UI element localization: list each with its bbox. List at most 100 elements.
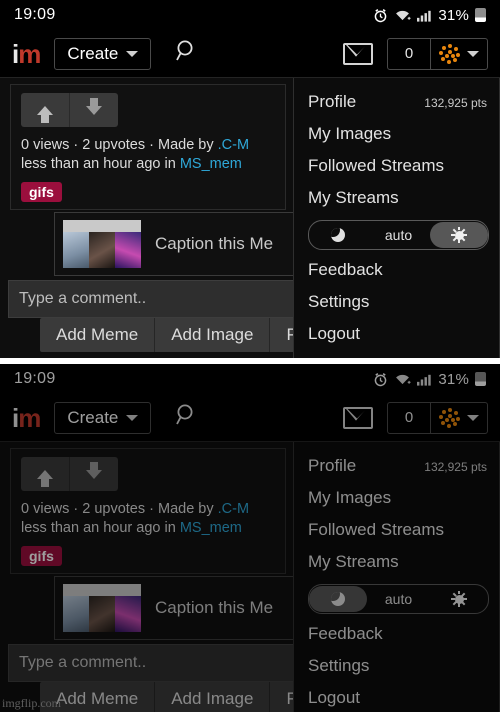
avatar-menu-button[interactable] bbox=[430, 38, 487, 69]
avatar-menu-button[interactable] bbox=[430, 402, 487, 433]
menu-item-label: Logout bbox=[308, 688, 360, 707]
menu-item-logout[interactable]: Logout bbox=[294, 318, 499, 350]
post-stats: 0 views · 2 upvotes · Made by bbox=[21, 137, 218, 153]
menu-item-profile[interactable]: Profile 132,925 pts bbox=[294, 86, 499, 118]
post-meta-line-2: less than an hour ago in MS_mem bbox=[21, 519, 285, 538]
add-meme-button[interactable]: Add Meme bbox=[40, 318, 154, 352]
downvote-button[interactable] bbox=[69, 457, 118, 491]
theme-light-option[interactable] bbox=[430, 586, 488, 612]
chevron-down-icon bbox=[467, 414, 479, 421]
imgflip-watermark: imgflip.com bbox=[2, 696, 61, 710]
menu-item-my-streams[interactable]: My Streams bbox=[294, 182, 499, 214]
add-image-button[interactable]: Add Image bbox=[154, 682, 269, 712]
android-status-bar: 19:09 31% bbox=[0, 364, 500, 394]
post-stats: 0 views · 2 upvotes · Made by bbox=[21, 501, 218, 517]
menu-item-feedback[interactable]: Feedback bbox=[294, 618, 499, 650]
chevron-down-icon bbox=[467, 50, 479, 57]
theme-light-option[interactable] bbox=[430, 222, 488, 248]
post-card: 0 views · 2 upvotes · Made by .C-M less … bbox=[10, 84, 286, 210]
menu-item-logout[interactable]: Logout bbox=[294, 682, 499, 712]
menu-item-label: Settings bbox=[308, 656, 370, 675]
theme-toggle[interactable]: auto bbox=[308, 584, 489, 614]
menu-item-feedback[interactable]: Feedback bbox=[294, 254, 499, 286]
menu-item-label: Settings bbox=[308, 292, 370, 311]
post-tag[interactable]: gifs bbox=[21, 182, 62, 202]
alarm-icon bbox=[375, 8, 387, 22]
vote-buttons bbox=[21, 457, 285, 491]
wifi-icon bbox=[396, 374, 411, 385]
menu-item-followed-streams[interactable]: Followed Streams bbox=[294, 514, 499, 546]
account-dropdown-menu: Profile 132,925 pts My Images Followed S… bbox=[293, 442, 500, 712]
menu-item-label: Feedback bbox=[308, 260, 383, 279]
menu-item-my-images[interactable]: My Images bbox=[294, 118, 499, 150]
notification-count[interactable]: 0 bbox=[388, 45, 430, 62]
caption-this-meme-card[interactable]: Caption this Me bbox=[54, 576, 296, 640]
site-header: im Create 0 bbox=[0, 30, 500, 78]
status-bar-right: 31% bbox=[373, 371, 486, 388]
post-author-link[interactable]: .C-M bbox=[218, 137, 249, 153]
create-button[interactable]: Create bbox=[54, 401, 152, 434]
create-button[interactable]: Create bbox=[54, 37, 152, 70]
envelope-icon[interactable] bbox=[343, 406, 373, 429]
avatar-icon bbox=[439, 407, 461, 428]
comment-placeholder: Type a comment.. bbox=[19, 654, 147, 671]
search-icon[interactable] bbox=[173, 401, 201, 434]
battery-icon bbox=[475, 372, 486, 386]
user-points: 132,925 pts bbox=[424, 460, 487, 474]
post-stream-link[interactable]: MS_mem bbox=[180, 520, 242, 536]
menu-item-profile[interactable]: Profile 132,925 pts bbox=[294, 450, 499, 482]
notifications-and-avatar: 0 bbox=[387, 401, 488, 434]
menu-item-my-images[interactable]: My Images bbox=[294, 482, 499, 514]
post-stream-link[interactable]: MS_mem bbox=[180, 156, 242, 172]
post-author-link[interactable]: .C-M bbox=[218, 501, 249, 517]
theme-toggle[interactable]: auto bbox=[308, 220, 489, 250]
menu-item-settings[interactable]: Settings bbox=[294, 286, 499, 318]
logo-letter-m: m bbox=[18, 402, 41, 433]
upvote-button[interactable] bbox=[21, 93, 69, 127]
status-bar-clock: 19:09 bbox=[14, 6, 56, 23]
chevron-down-icon bbox=[126, 414, 139, 421]
add-image-button[interactable]: Add Image bbox=[154, 318, 269, 352]
menu-item-label: Logout bbox=[308, 324, 360, 343]
envelope-icon[interactable] bbox=[343, 42, 373, 65]
post-tag[interactable]: gifs bbox=[21, 546, 62, 566]
imgflip-logo[interactable]: im bbox=[12, 41, 41, 67]
theme-auto-label[interactable]: auto bbox=[385, 591, 412, 607]
account-dropdown-menu: Profile 132,925 pts My Images Followed S… bbox=[293, 78, 500, 358]
imgflip-logo[interactable]: im bbox=[12, 402, 41, 433]
downvote-button[interactable] bbox=[69, 93, 118, 127]
post-time: less than an hour ago in bbox=[21, 520, 180, 536]
battery-percent-label: 31% bbox=[438, 370, 469, 388]
menu-item-settings[interactable]: Settings bbox=[294, 650, 499, 682]
theme-dark-option[interactable] bbox=[309, 586, 367, 612]
header-right-group: 0 bbox=[343, 37, 488, 70]
caption-this-meme-card[interactable]: Caption this Me bbox=[54, 212, 296, 276]
meme-thumbnail bbox=[63, 584, 141, 632]
android-status-bar: 19:09 31% bbox=[0, 0, 500, 30]
post-card: 0 views · 2 upvotes · Made by .C-M less … bbox=[10, 448, 286, 574]
alarm-icon bbox=[375, 372, 387, 386]
create-button-label: Create bbox=[67, 43, 119, 63]
page-content: 0 views · 2 upvotes · Made by .C-M less … bbox=[0, 78, 500, 358]
meme-thumbnail bbox=[63, 220, 141, 268]
theme-auto-label[interactable]: auto bbox=[385, 227, 412, 243]
menu-item-my-streams[interactable]: My Streams bbox=[294, 546, 499, 578]
menu-item-label: My Images bbox=[308, 124, 392, 143]
avatar-icon bbox=[439, 43, 461, 64]
menu-item-followed-streams[interactable]: Followed Streams bbox=[294, 150, 499, 182]
sun-icon bbox=[451, 226, 467, 243]
theme-dark-option[interactable] bbox=[309, 222, 367, 248]
menu-item-label: Followed Streams bbox=[308, 156, 445, 175]
chevron-down-icon bbox=[126, 50, 139, 57]
sun-icon bbox=[451, 590, 467, 607]
notification-count[interactable]: 0 bbox=[388, 409, 430, 426]
menu-item-label: My Streams bbox=[308, 552, 399, 571]
menu-item-label: My Images bbox=[308, 488, 392, 507]
battery-percent-label: 31% bbox=[438, 6, 469, 24]
search-icon[interactable] bbox=[173, 37, 201, 70]
notifications-and-avatar: 0 bbox=[387, 37, 488, 70]
status-bar-left: 19:09 bbox=[14, 370, 80, 388]
upvote-button[interactable] bbox=[21, 457, 69, 491]
create-button-label: Create bbox=[67, 407, 119, 427]
status-bar-right: 31% bbox=[373, 7, 486, 24]
